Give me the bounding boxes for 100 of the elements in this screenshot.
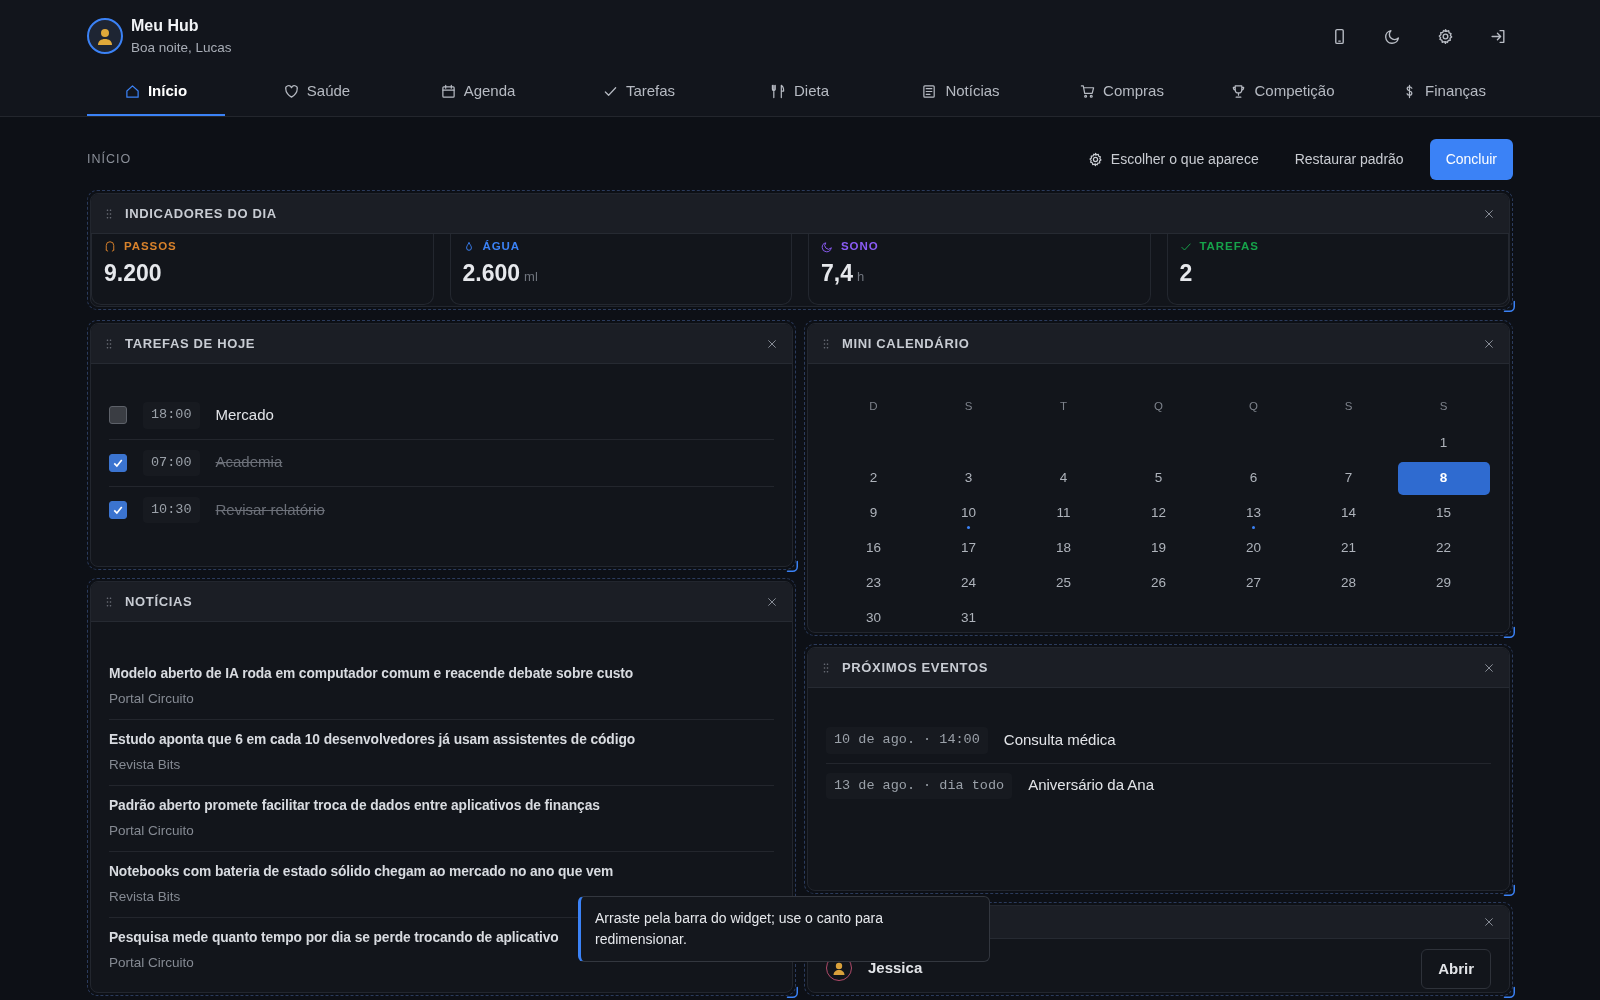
calendar-day[interactable]: 16 <box>827 531 920 565</box>
weekday-label: D <box>868 399 879 415</box>
check-icon <box>602 84 618 99</box>
widget-title: MINI CALENDÁRIO <box>842 334 971 353</box>
footprint-icon <box>104 240 116 253</box>
weekday-label: Q <box>1248 399 1259 415</box>
restore-button[interactable]: Restaurar padrão <box>1284 140 1414 178</box>
calendar-day[interactable]: 21 <box>1302 531 1395 565</box>
calendar-day[interactable]: 27 <box>1207 566 1300 600</box>
nav-tab[interactable]: Saúde <box>248 70 386 116</box>
home-icon <box>124 84 140 99</box>
nav-tab[interactable]: Tarefas <box>570 70 708 116</box>
widget-title: INDICADORES DO DIA <box>125 204 278 223</box>
task-time: 18:00 <box>143 402 200 429</box>
news-headline[interactable]: Padrão aberto promete facilitar troca de dados entre aplicativos de finanças <box>109 796 774 817</box>
weekday-label: S <box>1343 399 1354 415</box>
task-title: Revisar relatório <box>215 499 325 520</box>
task-checkbox[interactable] <box>109 406 127 425</box>
calendar-icon <box>440 84 456 99</box>
resize-handle-icon[interactable] <box>786 985 798 998</box>
calendar-day[interactable]: 31 <box>922 601 1015 632</box>
event-time: 10 de ago. · 14:00 <box>826 727 988 754</box>
check-icon <box>1179 240 1192 253</box>
news-headline[interactable]: Notebooks com bateria de estado sólido chegam ao mercado no ano que vem <box>109 862 774 883</box>
task-time: 07:00 <box>143 449 200 476</box>
calendar-day[interactable]: 13 <box>1207 496 1300 530</box>
nav-tab[interactable]: Agenda <box>409 70 547 116</box>
news-source: Revista Bits <box>109 755 182 774</box>
calendar-day[interactable]: 2 <box>827 461 920 495</box>
section-title: INÍCIO <box>87 150 132 168</box>
calendar-day[interactable]: 24 <box>922 566 1015 600</box>
resize-handle-icon[interactable] <box>1503 299 1515 312</box>
open-button[interactable]: Abrir <box>1421 948 1491 990</box>
weekday-label: S <box>963 399 974 415</box>
calendar-day[interactable]: 26 <box>1112 566 1205 600</box>
widget-title: TAREFAS DE HOJE <box>125 334 257 353</box>
calendar-day[interactable]: 4 <box>1017 461 1110 495</box>
stat-label: SONO <box>841 239 879 255</box>
calendar-day[interactable]: 11 <box>1017 496 1110 530</box>
task-checkbox[interactable] <box>109 500 127 519</box>
calendar-day[interactable]: 7 <box>1302 461 1395 495</box>
close-icon <box>1483 337 1495 350</box>
calendar-day[interactable]: 18 <box>1017 531 1110 565</box>
stat-value: 2.600 <box>462 258 521 288</box>
calendar-day[interactable]: 25 <box>1017 566 1110 600</box>
resize-handle-icon[interactable] <box>1503 625 1515 638</box>
stat-value: 2 <box>1179 258 1193 288</box>
trophy-icon <box>1231 84 1247 99</box>
calendar-day[interactable]: 6 <box>1207 461 1300 495</box>
news-headline[interactable]: Estudo aponta que 6 em cada 10 desenvolvedores já usam assistentes de código <box>109 730 774 751</box>
moon-icon <box>1384 27 1401 45</box>
user-avatar <box>87 18 123 55</box>
nav-tab[interactable]: Início <box>87 70 225 116</box>
calendar-day[interactable]: 19 <box>1112 531 1205 565</box>
calendar-day[interactable]: 22 <box>1397 531 1490 565</box>
calendar-day[interactable]: 15 <box>1397 496 1490 530</box>
calendar-day[interactable]: 9 <box>827 496 920 530</box>
calendar-day[interactable]: 5 <box>1112 461 1205 495</box>
news-headline[interactable]: Modelo aberto de IA roda em computador comum e reacende debate sobre custo <box>109 664 774 685</box>
calendar-day[interactable]: 29 <box>1397 566 1490 600</box>
calendar-day[interactable]: 14 <box>1302 496 1395 530</box>
calendar-day[interactable]: 8 <box>1397 461 1490 495</box>
widget-title: NOTÍCIAS <box>125 592 194 611</box>
calendar-day[interactable]: 17 <box>922 531 1015 565</box>
calendar-day[interactable]: 10 <box>922 496 1015 530</box>
calendar-day[interactable]: 30 <box>827 601 920 632</box>
nav-tab[interactable]: Notícias <box>892 70 1030 116</box>
weekday-label: T <box>1059 399 1068 415</box>
choose-widgets-button[interactable]: Escolher o que aparece <box>1077 140 1269 178</box>
logout-icon <box>1490 27 1507 45</box>
done-button[interactable]: Concluir <box>1429 138 1513 180</box>
stat-label: ÁGUA <box>482 239 521 255</box>
close-icon <box>1483 915 1495 928</box>
resize-handle-icon[interactable] <box>1503 985 1515 998</box>
moon-icon <box>821 240 833 253</box>
stat-label: PASSOS <box>124 239 177 255</box>
task-time: 10:30 <box>143 496 200 523</box>
close-icon <box>1483 661 1495 674</box>
event-time: 13 de ago. · dia todo <box>826 772 1013 799</box>
stat-unit: ml <box>524 267 538 286</box>
news-source: Portal Circuito <box>109 821 195 840</box>
nav-tab[interactable]: Finanças <box>1375 70 1513 116</box>
calendar-day[interactable]: 28 <box>1302 566 1395 600</box>
task-title: Academia <box>215 452 283 473</box>
greeting-text: Boa noite, Lucas <box>131 39 232 57</box>
settings-icon <box>1087 151 1103 167</box>
task-checkbox[interactable] <box>109 453 127 472</box>
event-title: Consulta médica <box>1003 730 1116 751</box>
calendar-day[interactable]: 1 <box>1397 426 1490 460</box>
calendar-day[interactable]: 23 <box>827 566 920 600</box>
nav-tab[interactable]: Compras <box>1053 70 1191 116</box>
nav-tab[interactable]: Competição <box>1214 70 1352 116</box>
resize-handle-icon[interactable] <box>786 559 798 572</box>
stat-value: 9.200 <box>104 258 162 288</box>
calendar-day[interactable]: 20 <box>1207 531 1300 565</box>
calendar-day[interactable]: 3 <box>922 461 1015 495</box>
resize-handle-icon[interactable] <box>1503 883 1515 896</box>
calendar-day[interactable]: 12 <box>1112 496 1205 530</box>
nav-tab[interactable]: Dieta <box>731 70 869 116</box>
settings-icon <box>1437 27 1454 45</box>
